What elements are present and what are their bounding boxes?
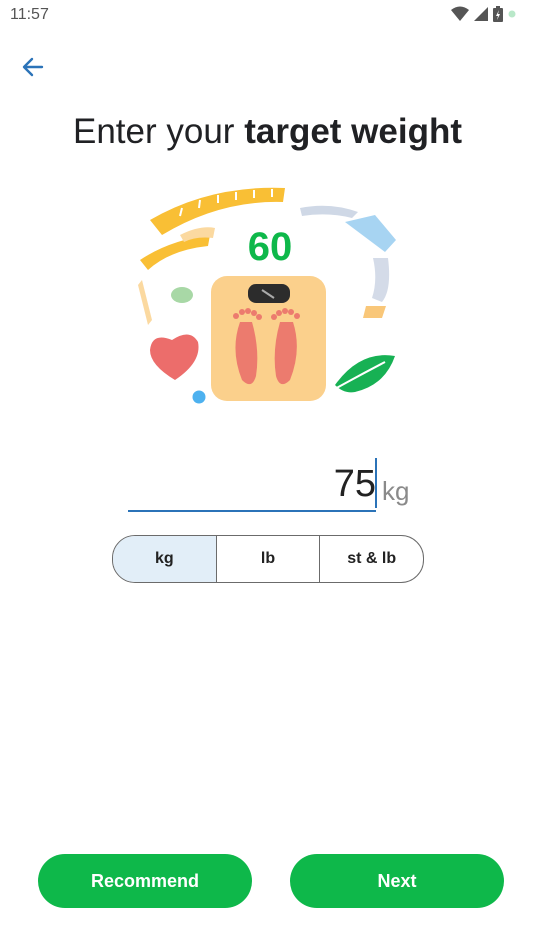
notification-dot-icon xyxy=(508,10,516,18)
status-bar: 11:57 xyxy=(0,0,535,30)
back-arrow-icon xyxy=(22,57,44,77)
back-button[interactable] xyxy=(18,52,48,82)
next-button[interactable]: Next xyxy=(290,854,504,908)
heart-icon xyxy=(150,334,199,380)
wifi-icon xyxy=(451,6,469,21)
recommend-button[interactable]: Recommend xyxy=(38,854,252,908)
leaf-icon xyxy=(335,355,395,393)
unit-selector: kg lb st & lb xyxy=(112,535,424,583)
unit-option-kg[interactable]: kg xyxy=(113,536,217,582)
page-title: Enter your target weight xyxy=(0,112,535,152)
scale-number: 60 xyxy=(248,225,293,269)
weight-input-group: kg xyxy=(128,458,418,514)
battery-icon xyxy=(493,6,503,22)
weight-unit-suffix: kg xyxy=(382,476,410,506)
green-dot-icon xyxy=(171,287,193,303)
title-prefix: Enter your xyxy=(73,112,245,151)
progress-arc-icon xyxy=(300,205,358,218)
unit-option-st-lb[interactable]: st & lb xyxy=(320,536,423,582)
blue-dot-icon xyxy=(192,390,206,404)
weight-scale-illustration: 60 xyxy=(138,187,396,404)
title-bold: target weight xyxy=(244,112,462,151)
weight-input[interactable] xyxy=(128,458,376,512)
status-icons xyxy=(451,6,517,22)
status-time: 11:57 xyxy=(10,6,49,23)
text-cursor xyxy=(375,458,377,508)
unit-option-lb[interactable]: lb xyxy=(217,536,321,582)
signal-icon xyxy=(474,7,488,21)
